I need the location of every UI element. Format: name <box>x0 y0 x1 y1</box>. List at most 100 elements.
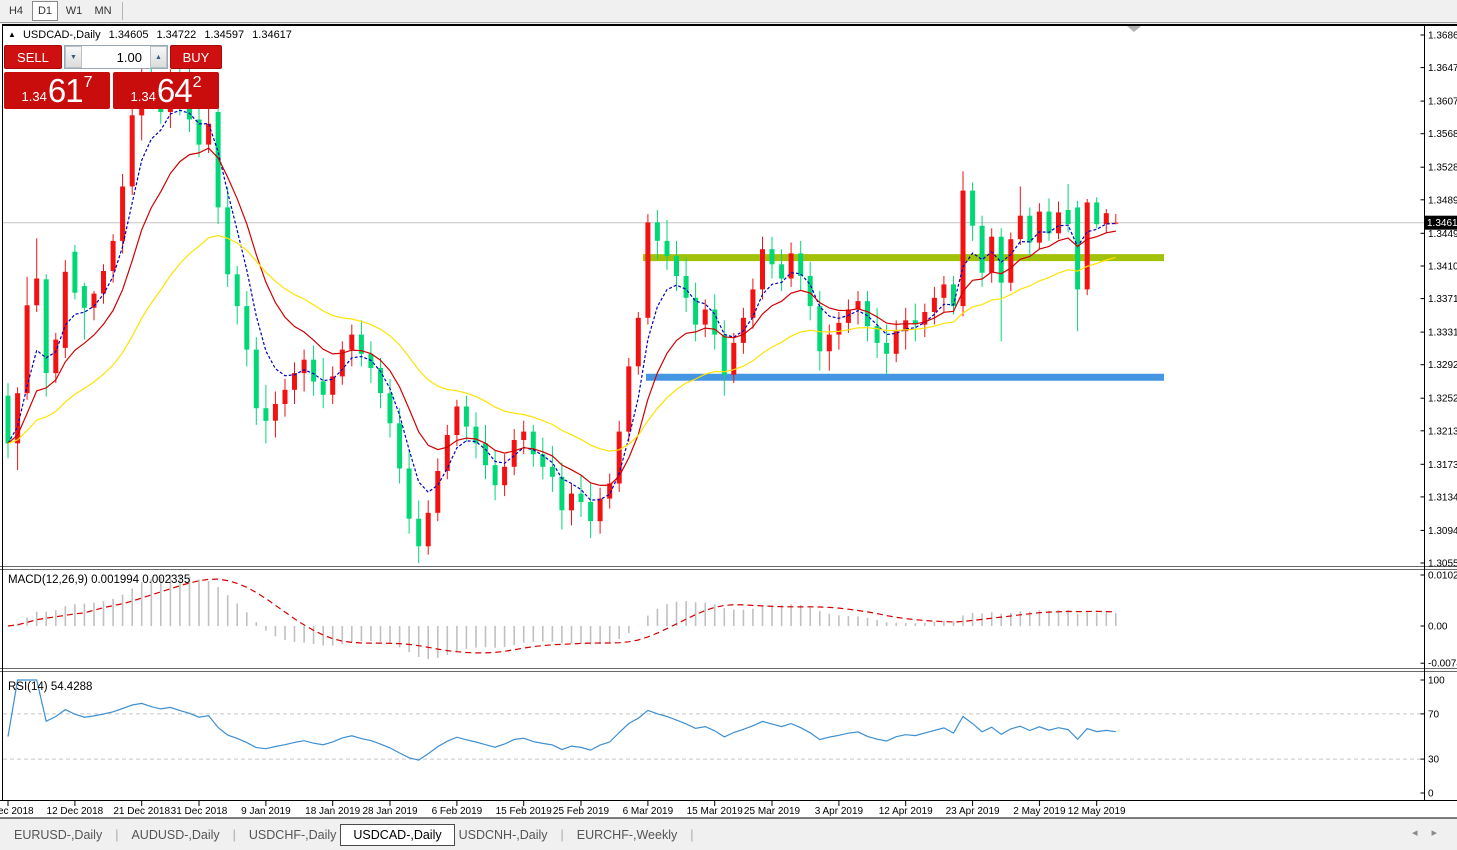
date-axis-label: 12 May 2019 <box>1068 806 1126 817</box>
volume-increase-button[interactable]: ▲ <box>150 46 167 68</box>
candle-body <box>1037 212 1042 243</box>
candle-body <box>388 393 393 423</box>
candle-body <box>550 467 555 477</box>
toolbar-separator <box>122 2 123 20</box>
tab-usdcad-daily[interactable]: USDCAD-,Daily <box>340 824 454 846</box>
rsi-axis-label: 30 <box>1428 755 1440 766</box>
candle-body <box>474 427 479 444</box>
date-axis-label: 3 Dec 2018 <box>0 806 34 817</box>
candle-body <box>626 366 631 431</box>
tab-divider: | <box>115 828 118 842</box>
date-axis-label: 28 Jan 2019 <box>362 806 417 817</box>
rsi-label: RSI(14) 54.4288 <box>8 681 92 693</box>
close-value: 1.34617 <box>252 29 292 41</box>
price-axis-label: 1.36470 <box>1428 63 1457 74</box>
candle-body <box>435 471 440 513</box>
candle-body <box>674 256 679 276</box>
price-chart: MACD(12,26,9) 0.001994 0.002335 RSI(14) 5… <box>0 0 1457 850</box>
candle-body <box>636 318 641 367</box>
candle-body <box>44 279 49 373</box>
candle-body <box>483 443 488 465</box>
tab-audusd-daily[interactable]: AUDUSD-,Daily <box>127 825 223 845</box>
price-axis-label: 1.32130 <box>1428 426 1457 437</box>
candle-body <box>865 301 870 326</box>
sell-pips: 61 <box>48 74 83 107</box>
date-axis-label: 6 Feb 2019 <box>432 806 483 817</box>
candle-body <box>416 519 421 547</box>
volume-decrease-button[interactable]: ▼ <box>65 46 82 68</box>
sell-pipette: 7 <box>84 74 93 92</box>
candle-body <box>464 407 469 427</box>
candle-body <box>349 335 354 350</box>
candle-body <box>665 241 670 256</box>
candle-body <box>321 381 326 394</box>
rsi-axis-label: 70 <box>1428 709 1440 720</box>
timeframe-button-d1[interactable]: D1 <box>32 1 58 21</box>
candle-body <box>989 237 994 273</box>
candle-body <box>980 226 985 273</box>
price-axis-label: 1.32520 <box>1428 394 1457 405</box>
candle-body <box>894 331 899 354</box>
volume-input[interactable] <box>82 46 150 68</box>
buy-big-figure: 1.34 <box>131 89 156 104</box>
tab-scroll-left-icon[interactable]: ◂ <box>1412 827 1432 839</box>
timeframe-button-mn[interactable]: MN <box>90 1 116 21</box>
date-axis-label: 12 Dec 2018 <box>47 806 104 817</box>
candle-body <box>283 390 288 404</box>
date-axis-label: 3 Apr 2019 <box>815 806 864 817</box>
candle-body <box>235 274 240 306</box>
macd-label: MACD(12,26,9) 0.001994 0.002335 <box>8 574 190 586</box>
low-value: 1.34597 <box>204 29 244 41</box>
candle-body <box>1047 212 1052 234</box>
candle-body <box>684 276 689 298</box>
buy-price-display[interactable]: 1.34 64 2 <box>113 72 219 109</box>
candle-body <box>951 284 956 306</box>
candle-body <box>82 286 87 308</box>
tab-usdchf-daily[interactable]: USDCHF-,Daily <box>245 825 341 845</box>
date-axis-label: 12 Apr 2019 <box>879 806 933 817</box>
volume-stepper: ▼ ▲ <box>64 45 168 69</box>
tab-divider: | <box>561 828 564 842</box>
price-axis-label: 1.34100 <box>1428 262 1457 273</box>
chart-tab-bar: EURUSD-,Daily | AUDUSD-,Daily | USDCHF-,Dail… <box>0 820 1457 850</box>
candle-body <box>1104 213 1109 224</box>
candle-body <box>273 404 278 421</box>
sell-price-display[interactable]: 1.34 61 7 <box>4 72 110 109</box>
timeframe-button-h4[interactable]: H4 <box>3 1 29 21</box>
timeframe-button-w1[interactable]: W1 <box>61 1 87 21</box>
chart-tabs: EURUSD-,Daily | AUDUSD-,Daily | USDCHF-,Dail… <box>10 824 703 846</box>
candle-body <box>779 264 784 278</box>
tab-scroll-right-icon[interactable]: ▸ <box>1431 827 1451 839</box>
candle-body <box>798 253 803 276</box>
candle-body <box>884 343 889 354</box>
candle-body <box>1085 202 1090 289</box>
candle-body <box>130 115 135 186</box>
buy-button[interactable]: BUY <box>170 45 222 69</box>
macd-axis-label: -0.00747 <box>1428 659 1457 670</box>
rsi-axis-label: 100 <box>1428 676 1445 687</box>
chart-title: ▲ USDCAD-,Daily 1.34605 1.34722 1.34597 … <box>8 29 292 41</box>
application-window: { "toolbar": { "timeframes": [ {"label":… <box>0 0 1457 850</box>
price-axis-label: 1.35280 <box>1428 163 1457 174</box>
price-axis-label: 1.35680 <box>1428 129 1457 140</box>
date-axis-label: 25 Mar 2019 <box>744 806 801 817</box>
symbol-period-label: USDCAD-,Daily <box>23 29 101 41</box>
candle-body <box>72 252 77 293</box>
candle-body <box>970 191 975 226</box>
candle-body <box>655 222 660 240</box>
tab-usdcnh-daily[interactable]: USDCNH-,Daily <box>455 825 552 845</box>
date-axis-label: 25 Feb 2019 <box>553 806 610 817</box>
candle-body <box>292 373 297 390</box>
candle-body <box>1066 210 1071 224</box>
candle-body <box>722 335 727 375</box>
candle-body <box>493 465 498 485</box>
date-axis-label: 2 May 2019 <box>1013 806 1066 817</box>
collapse-triangle-icon[interactable]: ▲ <box>8 30 16 39</box>
tab-eurusd-daily[interactable]: EURUSD-,Daily <box>10 825 106 845</box>
buy-pips: 64 <box>157 74 192 107</box>
candle-body <box>1027 216 1032 243</box>
candle-body <box>397 423 402 468</box>
sell-button[interactable]: SELL <box>4 45 62 69</box>
candle-body <box>63 272 68 348</box>
tab-eurchf-weekly[interactable]: EURCHF-,Weekly <box>573 825 681 845</box>
